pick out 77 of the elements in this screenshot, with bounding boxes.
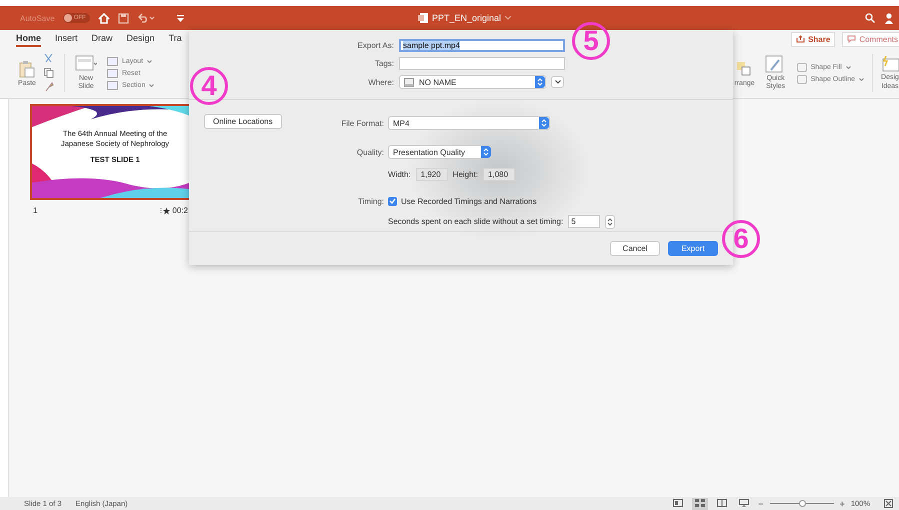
fit-to-window-icon[interactable] <box>884 499 893 508</box>
chevron-down-icon <box>859 78 864 80</box>
chevron-down-icon <box>554 80 560 84</box>
projector-icon <box>739 498 750 506</box>
field-label: Height: <box>452 170 478 180</box>
grid-icon <box>695 498 706 506</box>
zoom-in-button[interactable]: + <box>840 498 845 508</box>
home-icon[interactable] <box>98 12 110 24</box>
step-number-badge: 4 <box>190 67 228 105</box>
file-format-select[interactable]: MP4 <box>388 116 550 130</box>
slide-layout-icon <box>75 55 97 74</box>
document-title[interactable]: PPT_EN_original <box>432 13 502 23</box>
field-label: Timing: <box>357 196 384 206</box>
chevron-down-icon <box>846 66 851 68</box>
field-label: Export As: <box>356 41 394 50</box>
share-icon <box>796 35 806 43</box>
document-icon <box>418 13 428 23</box>
online-locations-button[interactable]: Online Locations <box>204 114 282 129</box>
cancel-button[interactable]: Cancel <box>610 241 660 256</box>
star-icon <box>160 206 170 214</box>
stepper-icon <box>481 146 491 158</box>
field-label: Where: <box>367 78 394 86</box>
field-label: File Format: <box>340 118 384 128</box>
zoom-out-button[interactable]: − <box>758 498 764 508</box>
slide-number: 1 <box>33 206 38 215</box>
tags-field[interactable] <box>399 57 565 70</box>
height-field: 1,080 <box>483 168 516 182</box>
normal-view-icon <box>673 498 684 506</box>
chevron-down-icon <box>147 60 152 62</box>
stepper-icon <box>607 216 614 227</box>
comment-icon <box>847 35 856 43</box>
share-button[interactable]: Share <box>791 32 836 46</box>
ribbon-tab[interactable]: Insert <box>55 31 78 47</box>
brush-icon[interactable] <box>44 82 54 92</box>
slide-sorter-button[interactable] <box>692 498 708 510</box>
layout-icon <box>107 56 118 66</box>
export-as-field[interactable]: sample ppt.mp4 <box>399 39 565 52</box>
autosave-label: AutoSave <box>20 14 55 22</box>
step-number-badge: 6 <box>722 220 760 258</box>
stepper-control[interactable] <box>605 214 616 229</box>
save-icon[interactable] <box>118 12 129 24</box>
timing-checkbox[interactable] <box>388 196 397 206</box>
clipboard-icon <box>18 60 36 78</box>
field-label: Width: <box>388 170 411 180</box>
drive-icon <box>404 78 414 86</box>
width-field: 1,920 <box>416 168 448 182</box>
ribbon-tab[interactable]: Draw <box>92 31 113 47</box>
quality-select[interactable]: Presentation Quality <box>388 145 492 160</box>
undo-icon[interactable] <box>136 13 155 23</box>
comments-button[interactable]: Comments <box>842 32 899 46</box>
seconds-field[interactable]: 5 <box>568 215 600 228</box>
section-icon <box>107 80 118 90</box>
outline-icon <box>796 74 807 84</box>
reset-icon <box>107 68 118 78</box>
checkbox-label[interactable]: Use Recorded Timings and Narrations <box>401 196 537 206</box>
book-icon <box>717 498 728 506</box>
stepper-icon <box>539 117 549 130</box>
search-icon[interactable] <box>865 13 875 23</box>
stepper-icon <box>535 76 545 88</box>
field-label: Seconds spent on each slide without a set timing: <box>388 217 564 226</box>
ribbon-tab[interactable]: Design <box>126 31 155 47</box>
copy-icon[interactable] <box>44 68 56 78</box>
ribbon-tab[interactable]: Tra <box>168 31 182 47</box>
field-label: Tags: <box>374 59 394 68</box>
person-icon[interactable] <box>885 12 893 24</box>
chevron-down-icon[interactable] <box>505 16 512 20</box>
slide-timing: 00:2 <box>172 206 188 215</box>
export-button[interactable]: Export <box>668 241 718 256</box>
step-number-badge: 5 <box>572 22 610 60</box>
scissors-icon[interactable] <box>44 54 53 64</box>
field-label: Quality: <box>356 148 384 157</box>
expand-button[interactable] <box>551 76 564 88</box>
customize-menu-icon[interactable] <box>176 14 184 22</box>
chevron-down-icon <box>149 84 154 86</box>
fill-icon <box>796 62 807 72</box>
zoom-slider-thumb[interactable] <box>798 500 806 507</box>
where-select[interactable]: NO NAME <box>399 75 546 89</box>
